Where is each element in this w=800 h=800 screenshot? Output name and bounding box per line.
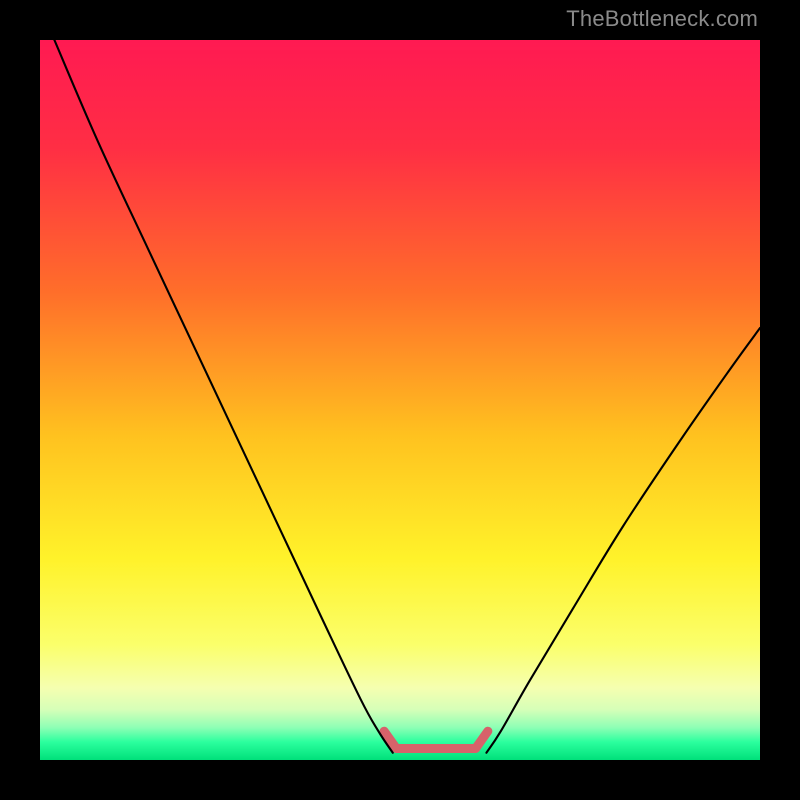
plot-area	[40, 40, 760, 760]
left-curve	[54, 40, 392, 753]
right-curve	[486, 328, 760, 753]
chart-frame: TheBottleneck.com	[0, 0, 800, 800]
watermark-text: TheBottleneck.com	[566, 6, 758, 32]
curves-layer	[40, 40, 760, 760]
bottom-bracket	[384, 731, 488, 748]
